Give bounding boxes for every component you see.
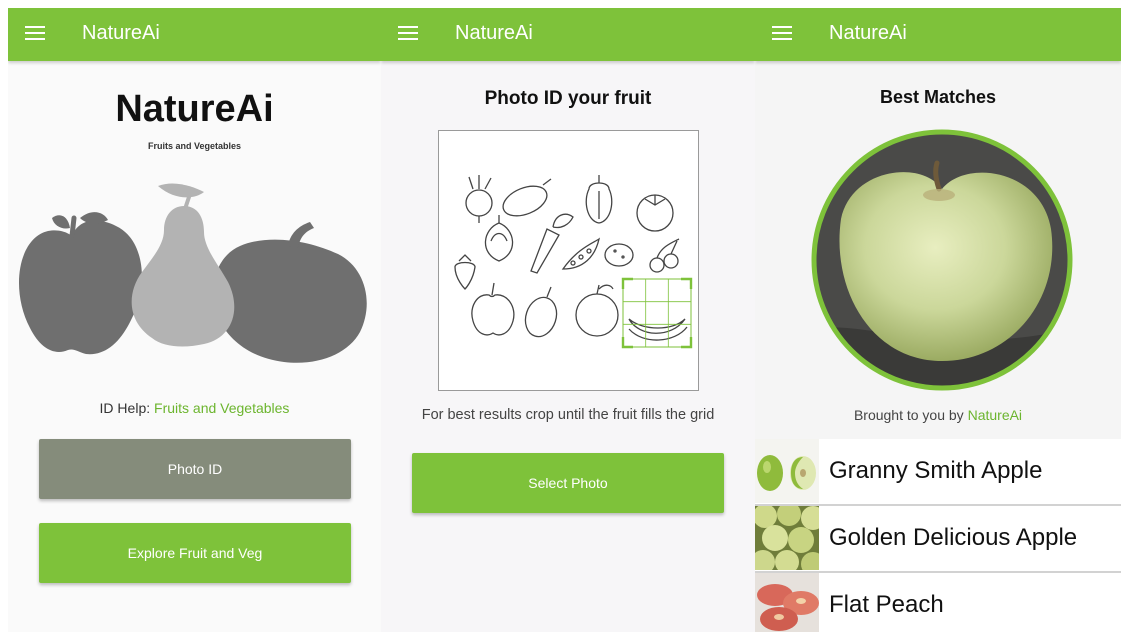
photo-id-heading: Photo ID your fruit <box>484 88 652 109</box>
photo-id-screen: NatureAi Photo ID your fruit For best re… <box>381 8 755 632</box>
id-help-link[interactable]: Fruits and Vegetables <box>154 400 289 416</box>
fruit-line-art-guide <box>438 130 699 391</box>
app-bar: NatureAi <box>8 8 381 61</box>
photo-id-button[interactable]: Photo ID <box>39 439 351 499</box>
best-matches-heading: Best Matches <box>879 87 997 107</box>
peas-icon <box>561 237 600 270</box>
attribution-label: Brought to you by <box>853 407 964 423</box>
menu-icon[interactable] <box>772 25 792 41</box>
apple-silhouette-icon <box>18 212 142 355</box>
home-screen: NatureAi NatureAi Fruits and Vegetables … <box>8 8 381 632</box>
app-bar: NatureAi <box>381 8 755 61</box>
match-name: Flat Peach <box>829 591 944 618</box>
tomato-icon <box>636 194 674 232</box>
select-photo-button[interactable]: Select Photo <box>412 453 724 513</box>
match-item-flat-peach[interactable]: Flat Peach <box>755 573 1121 632</box>
app-bar: NatureAi <box>755 8 1121 61</box>
crop-hint-text: For best results crop until the fruit fi… <box>421 407 715 423</box>
crop-grid-overlay <box>621 277 693 349</box>
cherries-icon <box>649 238 680 273</box>
golden-delicious-thumbnail <box>755 506 819 570</box>
app-title: NatureAi <box>82 22 160 44</box>
match-name: Granny Smith Apple <box>829 457 1043 484</box>
pumpkin-silhouette-icon <box>212 222 367 363</box>
orange-icon <box>575 284 619 337</box>
explore-fruit-veg-button[interactable]: Explore Fruit and Veg <box>39 523 351 583</box>
granny-smith-thumbnail <box>755 439 819 503</box>
attribution-brand: NatureAi <box>967 407 1023 423</box>
best-matches-screen: NatureAi Best Matches Brought to you by … <box>755 8 1121 632</box>
fruit-silhouette-illustration <box>18 183 367 363</box>
uploaded-apple-photo <box>811 129 1073 391</box>
id-help-line: ID Help: Fruits and Vegetables <box>8 400 381 416</box>
app-title: NatureAi <box>829 22 907 44</box>
app-title: NatureAi <box>455 22 533 44</box>
lemon-icon <box>524 286 558 338</box>
match-list: Granny Smith Apple Golden Delicious Appl… <box>755 439 1121 632</box>
logo-subtitle: Fruits and Vegetables <box>147 141 242 151</box>
banana-icon <box>628 318 688 341</box>
pear-silhouette-icon <box>131 183 235 347</box>
match-item-golden-delicious[interactable]: Golden Delicious Apple <box>755 506 1121 573</box>
fruit-line-art-illustration <box>454 175 693 349</box>
eggplant-icon <box>502 178 552 217</box>
pepper-icon <box>585 175 613 224</box>
apple-line-icon <box>471 282 515 336</box>
menu-icon[interactable] <box>398 25 418 41</box>
flat-peach-thumbnail <box>755 573 819 632</box>
potato-icon <box>604 243 634 267</box>
strawberry-icon <box>454 254 476 290</box>
menu-icon[interactable] <box>25 25 45 41</box>
beet-icon <box>465 175 493 223</box>
match-item-granny-smith[interactable]: Granny Smith Apple <box>755 439 1121 506</box>
onion-icon <box>484 215 514 262</box>
id-help-label: ID Help: <box>99 400 151 416</box>
attribution-line: Brought to you by NatureAi <box>755 407 1121 423</box>
logo-title: NatureAi <box>115 88 274 130</box>
match-name: Golden Delicious Apple <box>829 524 1078 551</box>
